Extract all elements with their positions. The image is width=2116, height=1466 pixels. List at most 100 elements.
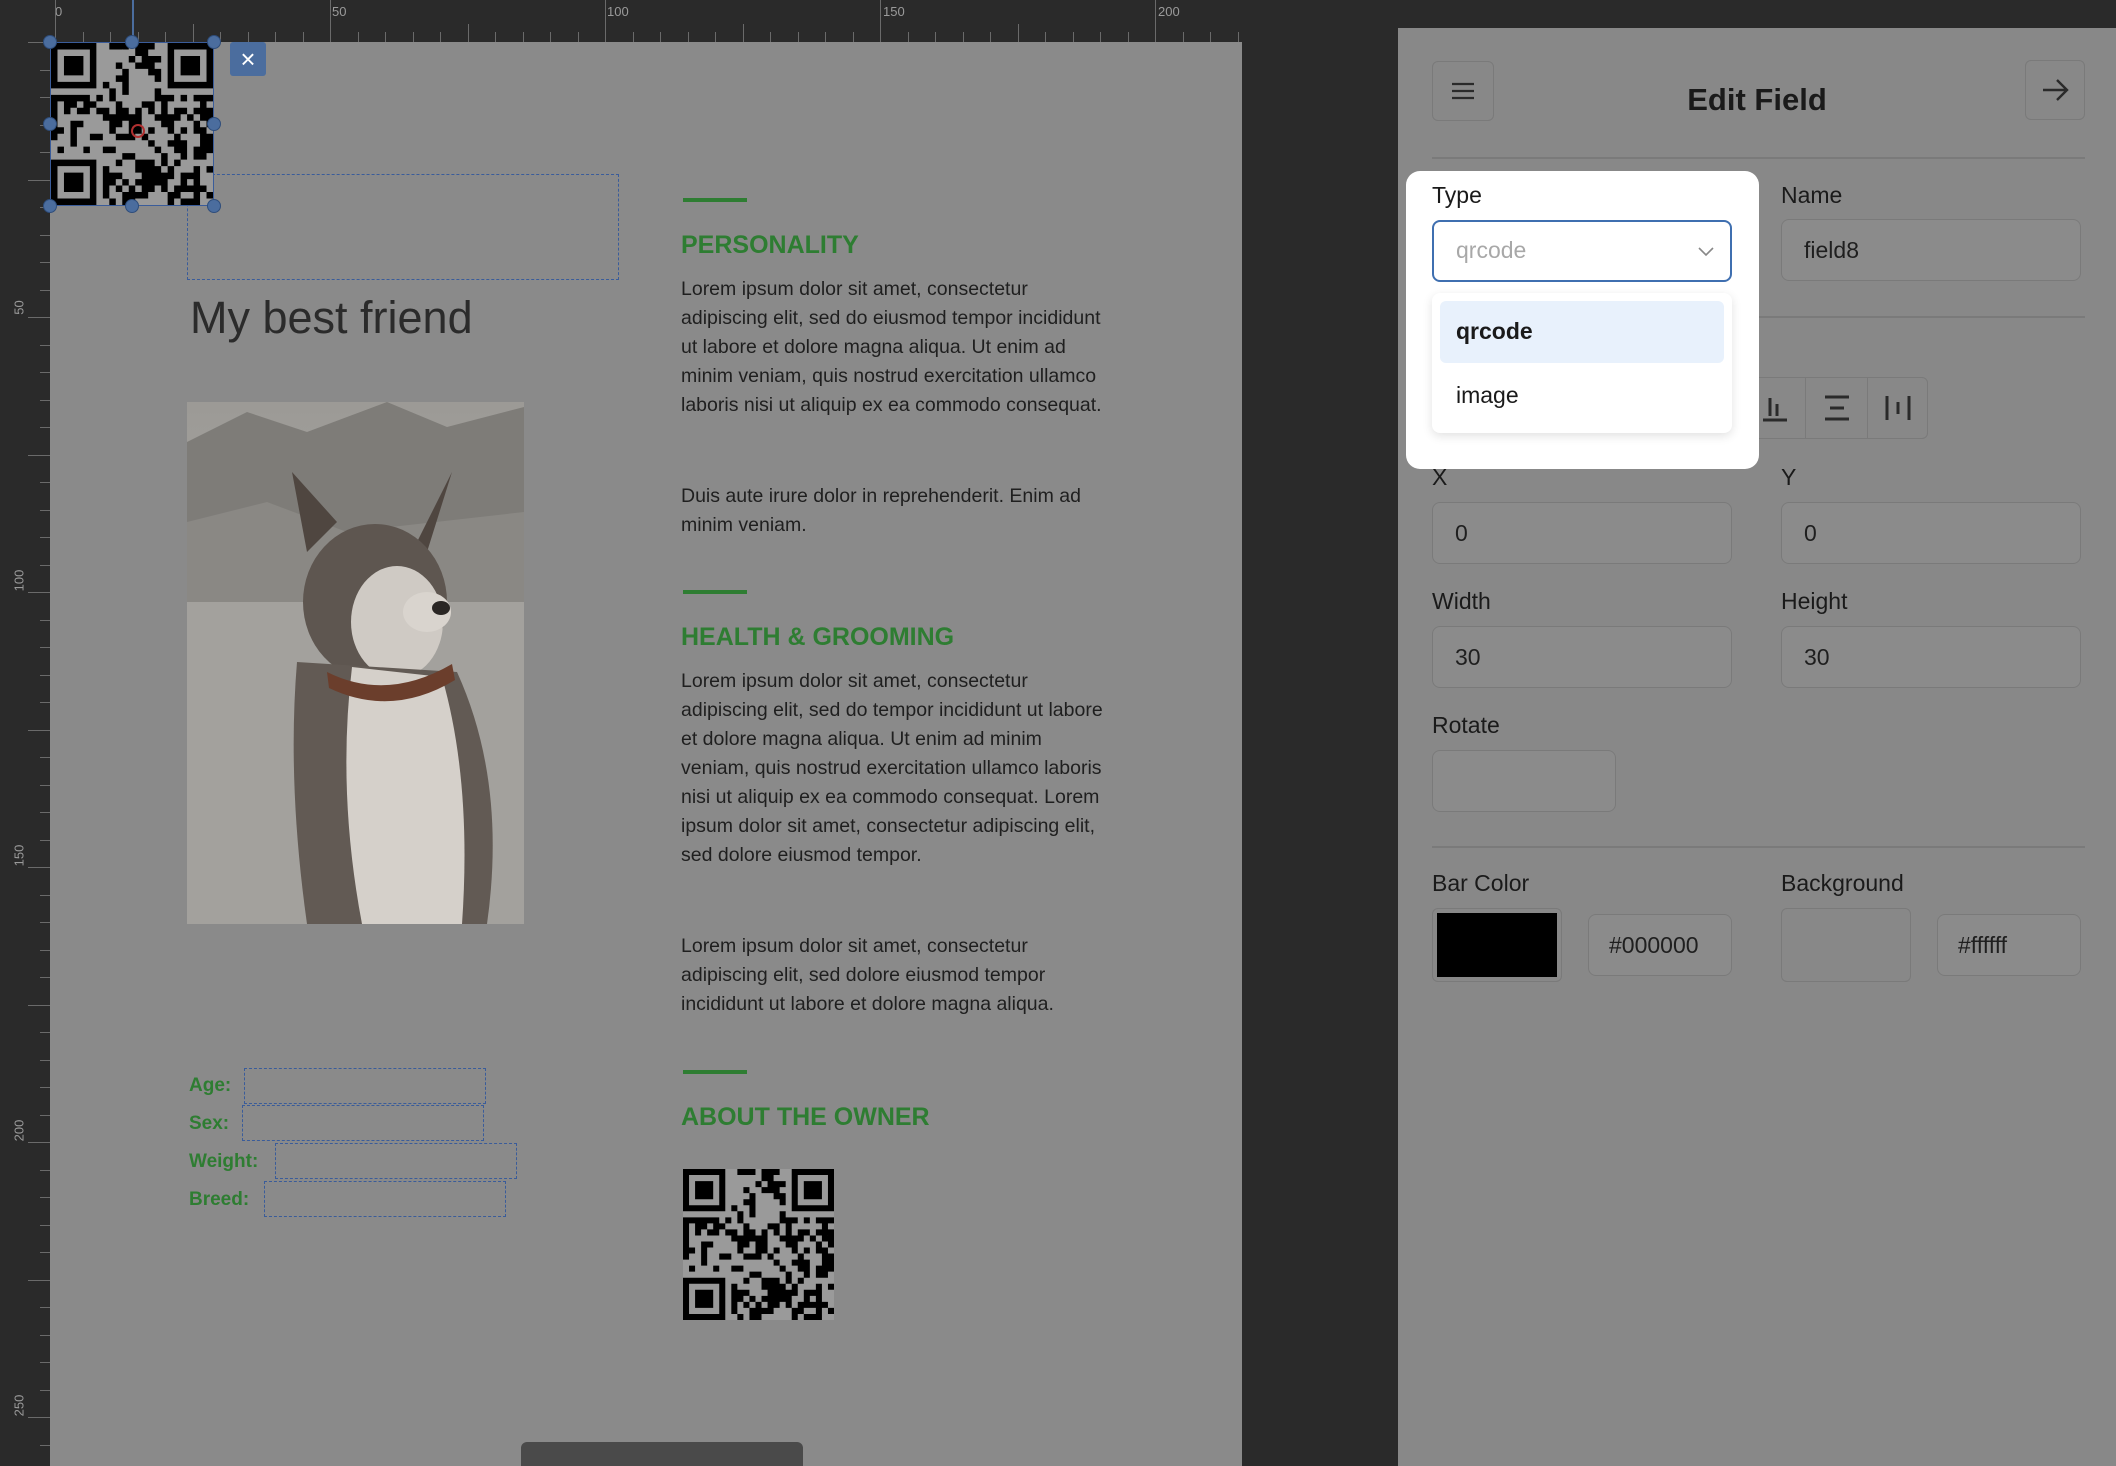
background-color-swatch[interactable]: [1781, 908, 1911, 982]
resize-handle[interactable]: [125, 35, 139, 49]
height-input[interactable]: 30: [1781, 626, 2081, 688]
section-paragraph: Lorem ipsum dolor sit amet, consectetur …: [681, 935, 1054, 1015]
resize-handle[interactable]: [43, 35, 57, 49]
ruler-tick: [687, 32, 689, 42]
ruler-tick: [28, 317, 50, 318]
ruler-tick: [55, 0, 56, 42]
distribute-vertical-button[interactable]: [1805, 378, 1868, 438]
page-scroll-tab[interactable]: [521, 1442, 803, 1466]
arrow-right-icon: [2043, 79, 2069, 101]
y-input[interactable]: 0: [1781, 502, 2081, 564]
breed-label: Breed:: [189, 1189, 250, 1210]
ruler-label: 250: [11, 1394, 27, 1417]
qrcode-icon: [683, 1169, 834, 1320]
breed-field[interactable]: [264, 1181, 506, 1217]
ruler-tick: [40, 977, 50, 978]
ruler-tick: [440, 32, 441, 42]
ruler-tick: [275, 32, 276, 42]
ruler-tick: [28, 454, 50, 456]
ruler-tick: [247, 32, 249, 42]
weight-label: Weight:: [189, 1151, 259, 1172]
distribute-horizontal-button[interactable]: [1867, 378, 1928, 438]
ruler-tick: [82, 32, 84, 42]
resize-handle[interactable]: [207, 117, 221, 131]
document-canvas[interactable]: My best friend Age: Sex: Weight: Breed: …: [43, 35, 1242, 1466]
y-label: Y: [1781, 464, 1797, 490]
resize-handle[interactable]: [207, 199, 221, 213]
ruler-tick: [1155, 0, 1156, 42]
dog-photo[interactable]: [187, 402, 524, 924]
ruler-tick: [28, 592, 50, 593]
ruler-tick: [522, 32, 524, 42]
age-label: Age:: [189, 1075, 232, 1096]
ruler-tick: [40, 812, 50, 813]
ruler-label: 50: [11, 300, 27, 315]
ruler-tick: [40, 152, 50, 153]
owner-qrcode[interactable]: [683, 1169, 834, 1320]
ruler-tick: [962, 32, 964, 42]
section-heading-health: HEALTH & GROOMING: [681, 623, 955, 651]
ruler-tick: [40, 97, 50, 98]
sex-field[interactable]: [242, 1105, 484, 1141]
ruler-tick: [40, 702, 50, 703]
resize-handle[interactable]: [207, 35, 221, 49]
section-heading-owner: ABOUT THE OWNER: [681, 1103, 930, 1131]
ruler-tick: [1210, 32, 1211, 42]
x-input[interactable]: 0: [1432, 502, 1732, 564]
resize-handle[interactable]: [43, 199, 57, 213]
type-select[interactable]: qrcode: [1432, 220, 1732, 282]
resize-handle[interactable]: [43, 117, 57, 131]
ruler-tick: [1127, 32, 1129, 42]
ruler-tick: [40, 1197, 50, 1198]
ruler-tick: [40, 1389, 50, 1391]
bar-color-input[interactable]: #000000: [1588, 914, 1732, 976]
ruler-tick: [495, 32, 496, 42]
rotate-center-handle[interactable]: [131, 124, 145, 138]
ruler-tick: [40, 839, 50, 841]
weight-field[interactable]: [275, 1143, 517, 1179]
ruler-tick: [40, 647, 50, 648]
ruler-tick: [385, 32, 386, 42]
ruler-tick: [40, 894, 50, 896]
horizontal-ruler: 0 50 100 150 200: [0, 0, 1242, 43]
width-label: Width: [1432, 588, 1491, 614]
width-input[interactable]: 30: [1432, 626, 1732, 688]
ruler-tick: [28, 1279, 50, 1281]
ruler-tick: [40, 1252, 50, 1253]
ruler-tick: [40, 509, 50, 511]
ruler-tick: [28, 729, 50, 731]
delete-element-button[interactable]: ×: [230, 42, 266, 76]
rotate-input[interactable]: [1432, 750, 1616, 812]
ruler-tick: [40, 1059, 50, 1061]
ruler-tick: [40, 1169, 50, 1171]
selected-qrcode[interactable]: [50, 42, 214, 206]
divider: [1432, 157, 2085, 159]
background-color-input[interactable]: #ffffff: [1937, 914, 2081, 976]
ruler-tick: [1045, 32, 1046, 42]
ruler-tick: [40, 482, 50, 483]
type-options-list: qrcode image: [1432, 293, 1732, 433]
ruler-tick: [907, 32, 909, 42]
section-paragraph: Lorem ipsum dolor sit amet, consectetur …: [681, 670, 1103, 866]
ruler-tick: [40, 674, 50, 676]
ruler-tick: [28, 867, 50, 868]
type-option-image[interactable]: image: [1440, 365, 1724, 427]
close-panel-button[interactable]: [2025, 60, 2085, 120]
resize-handle[interactable]: [125, 199, 139, 213]
ruler-tick: [852, 32, 854, 42]
ruler-tick: [40, 922, 50, 923]
type-option-qrcode[interactable]: qrcode: [1440, 301, 1724, 363]
bar-color-swatch[interactable]: [1432, 908, 1562, 982]
type-select-value: qrcode: [1456, 237, 1527, 263]
ruler-label: 0: [55, 4, 63, 19]
empty-field-box[interactable]: [187, 174, 619, 280]
ruler-tick: [40, 1444, 50, 1446]
ruler-tick: [605, 0, 606, 42]
age-field[interactable]: [244, 1068, 486, 1104]
ruler-tick: [1017, 24, 1019, 42]
option-label: qrcode: [1456, 318, 1533, 344]
divider: [1432, 846, 2085, 848]
ruler-tick: [165, 32, 166, 42]
name-input[interactable]: field8: [1781, 219, 2081, 281]
ruler-label: 200: [11, 1119, 27, 1142]
